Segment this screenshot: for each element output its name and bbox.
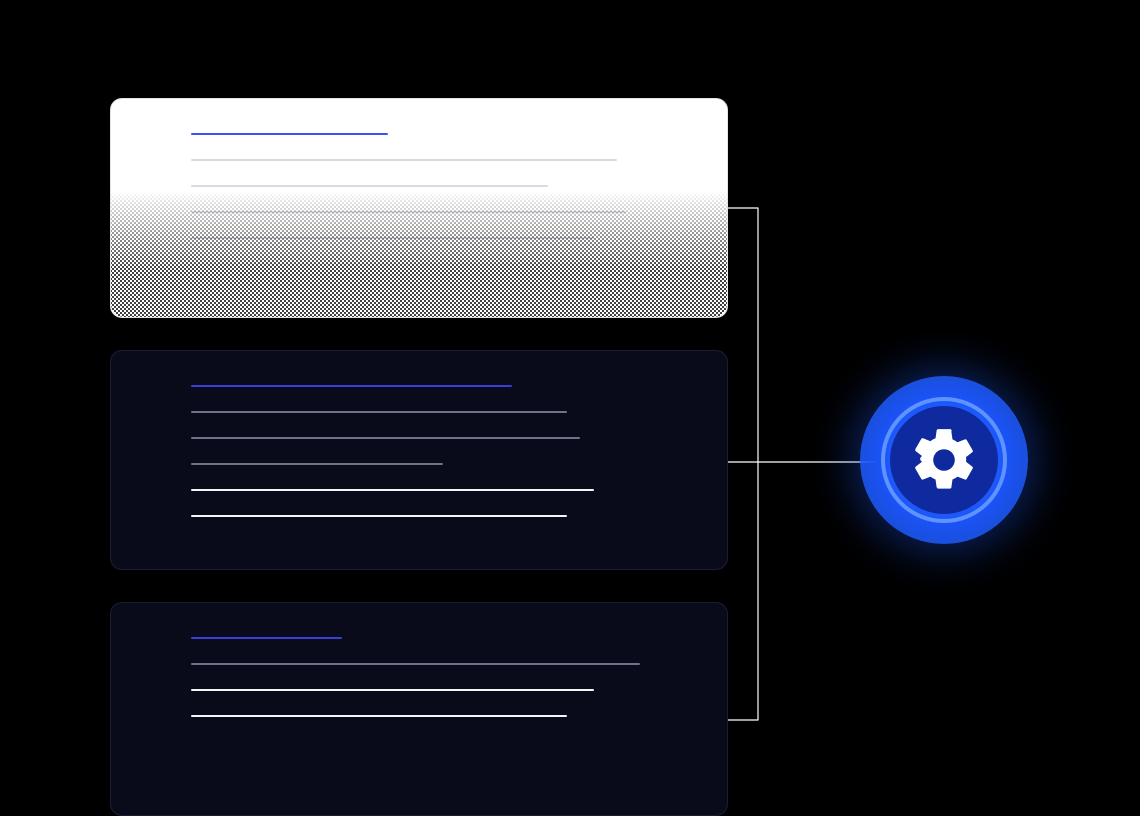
skeleton-line bbox=[191, 263, 626, 265]
skeleton-line bbox=[191, 463, 443, 465]
skeleton-line bbox=[191, 159, 617, 161]
card-3 bbox=[110, 602, 728, 816]
card-2-lines bbox=[191, 385, 647, 541]
skeleton-line bbox=[191, 637, 342, 639]
skeleton-line bbox=[191, 211, 626, 213]
skeleton-line bbox=[191, 411, 567, 413]
gear-icon bbox=[907, 423, 981, 497]
skeleton-line bbox=[191, 385, 512, 387]
card-2 bbox=[110, 350, 728, 570]
skeleton-line bbox=[191, 133, 388, 135]
skeleton-line bbox=[191, 515, 567, 517]
gear-badge bbox=[860, 376, 1028, 544]
gear-badge-core bbox=[890, 406, 998, 514]
skeleton-line bbox=[191, 663, 640, 665]
card-1-lines bbox=[191, 133, 647, 289]
card-1 bbox=[110, 98, 728, 318]
skeleton-line bbox=[191, 689, 594, 691]
skeleton-line bbox=[191, 237, 594, 239]
skeleton-line bbox=[191, 715, 567, 717]
skeleton-line bbox=[191, 489, 594, 491]
skeleton-line bbox=[191, 437, 580, 439]
skeleton-line bbox=[191, 185, 548, 187]
card-3-lines bbox=[191, 637, 647, 741]
